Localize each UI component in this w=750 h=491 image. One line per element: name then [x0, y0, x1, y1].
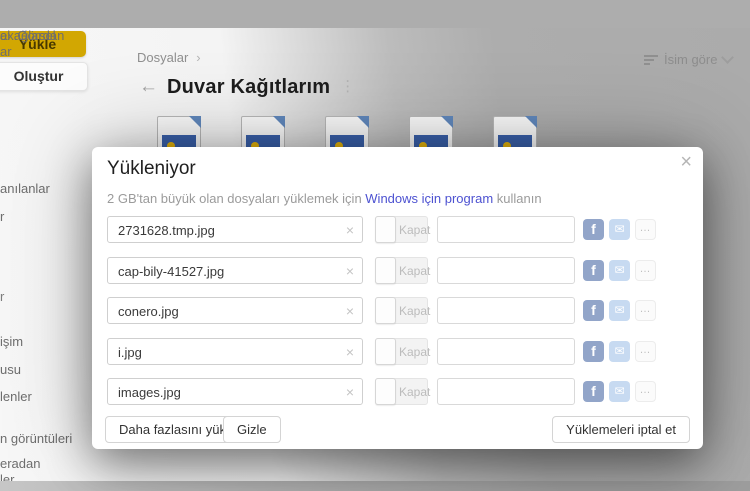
window-bottom-band — [0, 481, 750, 491]
toggle-knob[interactable] — [375, 337, 396, 365]
toggle-label: Kapat — [399, 385, 431, 400]
page-title: Duvar Kağıtlarım — [167, 75, 331, 98]
sidebar-item[interactable]: r — [0, 289, 4, 305]
sort-label: İsim göre — [664, 52, 718, 67]
share-link-field[interactable] — [437, 297, 575, 325]
mail-share-button[interactable]: ✉ — [609, 381, 630, 403]
mail-share-button[interactable]: ✉ — [609, 259, 630, 281]
upload-row: conero.jpg × Kapat f ✉ … — [92, 297, 703, 325]
share-link-field[interactable] — [437, 378, 575, 406]
filename-field[interactable]: 2731628.tmp.jpg × — [107, 216, 363, 243]
file-fold-corner — [189, 116, 201, 128]
folder-title-row: ← Duvar Kağıtlarım ⋮ — [139, 74, 355, 100]
sidebar-item[interactable]: al ağlardan ar — [0, 28, 64, 60]
more-share-button[interactable]: … — [635, 340, 656, 362]
sidebar-item[interactable]: işim — [0, 334, 23, 350]
filename-field[interactable]: images.jpg × — [107, 378, 363, 406]
filename-field[interactable]: conero.jpg × — [107, 297, 363, 325]
facebook-share-button[interactable]: f — [583, 300, 604, 322]
upload-row: images.jpg × Kapat f ✉ … — [92, 378, 703, 406]
toggle-label: Kapat — [399, 223, 431, 237]
public-link-toggle[interactable]: Kapat — [375, 297, 431, 325]
public-link-toggle[interactable]: Kapat — [375, 378, 431, 406]
sidebar-item[interactable]: anılanlar — [0, 181, 50, 197]
upload-row: cap-bily-41527.jpg × Kapat f ✉ … — [92, 256, 703, 284]
toggle-knob[interactable] — [375, 256, 396, 284]
facebook-share-button[interactable]: f — [583, 219, 604, 240]
sidebar-item[interactable]: lenler — [0, 389, 32, 405]
toggle-knob[interactable] — [375, 378, 396, 406]
filename-text: cap-bily-41527.jpg — [118, 263, 225, 279]
more-share-button[interactable]: … — [635, 219, 656, 240]
remove-file-icon[interactable]: × — [346, 384, 354, 400]
breadcrumb-link[interactable]: Dosyalar — [137, 50, 188, 65]
windows-program-link[interactable]: Windows için program — [365, 191, 493, 206]
remove-file-icon[interactable]: × — [346, 303, 354, 319]
file-fold-corner — [273, 116, 285, 128]
filename-text: i.jpg — [118, 344, 142, 360]
toggle-knob[interactable] — [375, 297, 396, 325]
toggle-label: Kapat — [399, 263, 431, 278]
filename-text: 2731628.tmp.jpg — [118, 223, 215, 238]
create-button[interactable]: Oluştur — [0, 62, 88, 91]
share-link-field[interactable] — [437, 337, 575, 365]
chevron-down-icon — [721, 51, 735, 64]
more-share-button[interactable]: … — [635, 381, 656, 403]
upload-row: i.jpg × Kapat f ✉ … — [92, 337, 703, 365]
sidebar-item[interactable]: usu — [0, 362, 21, 378]
toggle-knob[interactable] — [375, 216, 396, 243]
cancel-uploads-button[interactable]: Yüklemeleri iptal et — [552, 416, 690, 443]
note-prefix: 2 GB'tan büyük olan dosyaları yüklemek i… — [107, 191, 366, 206]
filename-text: images.jpg — [118, 385, 181, 401]
kebab-menu-icon[interactable]: ⋮ — [340, 74, 355, 100]
facebook-share-button[interactable]: f — [583, 340, 604, 362]
share-link-field[interactable] — [437, 256, 575, 284]
breadcrumb-chevron-icon: › — [196, 50, 201, 65]
upload-dialog: × Yükleniyor 2 GB'tan büyük olan dosyala… — [92, 147, 703, 449]
public-link-toggle[interactable]: Kapat — [375, 216, 431, 243]
filename-field[interactable]: i.jpg × — [107, 337, 363, 365]
more-share-button[interactable]: … — [635, 300, 656, 322]
sidebar-item[interactable]: r — [0, 203, 33, 230]
hide-button[interactable]: Gizle — [223, 416, 281, 443]
sort-icon — [644, 54, 658, 65]
facebook-share-button[interactable]: f — [583, 259, 604, 281]
mail-share-button[interactable]: ✉ — [609, 340, 630, 362]
public-link-toggle[interactable]: Kapat — [375, 337, 431, 365]
public-link-toggle[interactable]: Kapat — [375, 256, 431, 284]
mail-share-button[interactable]: ✉ — [609, 300, 630, 322]
file-fold-corner — [441, 116, 453, 128]
remove-file-icon[interactable]: × — [346, 222, 354, 238]
filename-text: conero.jpg — [118, 304, 179, 320]
more-share-button[interactable]: … — [635, 259, 656, 281]
file-fold-corner — [525, 116, 537, 128]
note-suffix: kullanın — [493, 191, 542, 206]
sidebar-item[interactable]: n görüntüleri — [0, 431, 72, 447]
toggle-label: Kapat — [399, 344, 431, 359]
file-fold-corner — [357, 116, 369, 128]
back-arrow-icon[interactable]: ← — [139, 74, 158, 100]
remove-file-icon[interactable]: × — [346, 263, 354, 279]
facebook-share-button[interactable]: f — [583, 381, 604, 403]
dialog-title: Yükleniyor — [107, 158, 196, 179]
remove-file-icon[interactable]: × — [346, 344, 354, 360]
filename-field[interactable]: cap-bily-41527.jpg × — [107, 256, 363, 284]
breadcrumb[interactable]: Dosyalar › — [137, 50, 201, 65]
share-link-field[interactable] — [437, 216, 575, 243]
window-top-band — [0, 0, 750, 28]
close-icon[interactable]: × — [680, 151, 692, 173]
toggle-label: Kapat — [399, 304, 431, 319]
sort-control[interactable]: İsim göre — [644, 51, 735, 67]
dialog-note: 2 GB'tan büyük olan dosyaları yüklemek i… — [107, 191, 542, 206]
mail-share-button[interactable]: ✉ — [609, 219, 630, 240]
upload-row: 2731628.tmp.jpg × Kapat f ✉ … — [92, 216, 703, 243]
